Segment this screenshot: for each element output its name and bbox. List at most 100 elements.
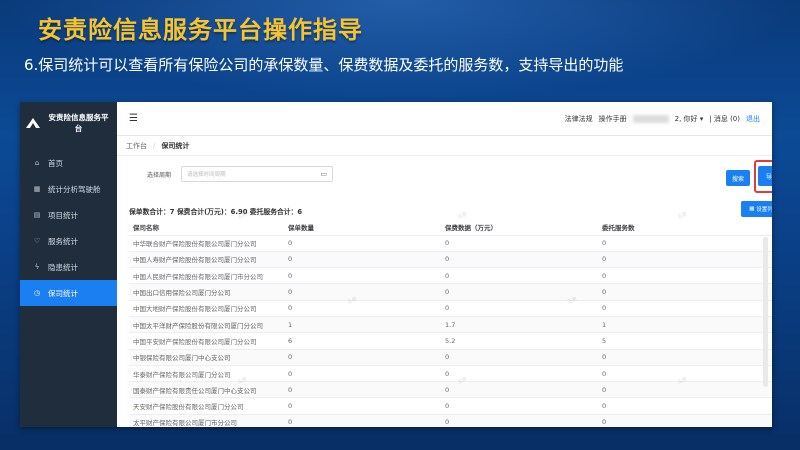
header-insurer-name[interactable]: 保司名称 [129,219,284,236]
cell-premium: 0 [441,349,598,366]
period-date-input[interactable]: 请选择时间周期 ▭ [181,166,334,182]
cell-policy-count: 0 [284,267,441,285]
period-label: 选择周期 [147,171,172,179]
cell-policy-count: 0 [284,300,441,317]
table-row[interactable]: 天安财产保险股份有限公司厦门分公司 0 0 0 [129,397,772,415]
table-row[interactable]: 国泰财产保险有限责任公司厦门中心支公司 0 0 0 [129,381,772,399]
cell-insurer-name: 中国平安财产保险股份有限公司厦门分公司 [129,332,284,350]
link-laws[interactable]: 法律法规 [565,114,593,124]
cell-service-count: 0 [598,397,772,415]
table-row[interactable]: 中银保险有限公司厦门中心支公司 0 0 0 [129,349,772,366]
brand: 安责险信息服务平台 [20,102,117,144]
cell-insurer-name: 中银保险有限公司厦门中心支公司 [129,349,284,366]
cell-policy-count: 1 [284,316,441,334]
cell-policy-count: 0 [284,235,441,252]
home-icon: ⌂ [34,159,40,167]
cell-service-count: 0 [598,235,772,252]
logo-icon [26,118,40,128]
messages-link[interactable]: | 消息 (0) [709,114,740,124]
table-row[interactable]: 中华联合财产保险股份有限公司厦门分公司 0 0 0 [129,235,772,252]
cell-insurer-name: 中国出口信用保险公司厦门分公司 [129,283,284,301]
slide-subtitle: 6.保司统计可以查看所有保险公司的承保数量、保费数据及委托的服务数，支持导出的功… [24,56,624,74]
table-row[interactable]: 中国人寿财产保险股份有限公司厦门分公司 0 0 0 [129,251,772,269]
table-row[interactable]: 中国平安财产保险股份有限公司厦门分公司 6 5.2 5 [129,332,772,350]
table-body: 中华联合财产保险股份有限公司厦门分公司 0 0 0 中国人寿财产保险股份有限公司厦门分公… [129,235,772,427]
table-row[interactable]: 太平财产保险有限公司厦门市分公司 0 0 0 [129,414,772,427]
brand-name: 安责险信息服务平台 [48,113,109,133]
topbar: ☰ 法律法规 操作手册 2, 你好 ▾ | 消息 (0) 退出 [117,102,772,136]
sidebar-item[interactable]: ▤ 项目统计 [20,202,117,228]
cell-premium: 0 [441,414,598,427]
cell-insurer-name: 国泰财产保险有限责任公司厦门中心支公司 [129,381,284,399]
table-row[interactable]: 中国出口信用保险公司厦门分公司 0 0 0 [129,283,772,301]
cell-premium: 0 [441,397,598,415]
cell-policy-count: 0 [284,251,441,269]
user-name-blurred [632,114,669,123]
sidebar-item-label: 隐患统计 [48,262,78,272]
breadcrumb-home[interactable]: 工作台 [126,141,147,151]
clock-icon: ◷ [33,289,41,297]
sidebar-item[interactable]: ⌂ 首页 [20,150,117,176]
cell-policy-count: 0 [284,349,441,366]
breadcrumb-separator: / [153,141,156,150]
cell-policy-count: 6 [284,332,441,350]
breadcrumb: 工作台 / 保司统计 [117,136,772,156]
hamburger-menu-icon[interactable]: ☰ [129,113,138,124]
cell-service-count: 0 [598,414,772,427]
sidebar-item[interactable]: ▦ 统计分析驾驶舱 [20,176,117,202]
main-content: ☰ 法律法规 操作手册 2, 你好 ▾ | 消息 (0) 退出 工作台 / 保司… [117,102,772,427]
table-row[interactable]: 中国大地财产保险股份有限公司厦门分公司 0 0 0 [129,300,772,317]
sidebar: 安责险信息服务平台 ⌂ 首页 ▦ 统计分析驾驶舱 ▤ 项目统计 ♡ 服务统计 ϟ 隐患统计 ◷ 保司统… [20,102,117,427]
sidebar-item[interactable]: ϟ 隐患统计 [20,254,117,280]
sidebar-item-label: 项目统计 [48,210,78,220]
cell-policy-count: 0 [284,414,441,427]
header-service-count[interactable]: 委托服务数 [598,219,772,236]
link-manual[interactable]: 操作手册 [599,114,627,124]
cell-insurer-name: 中国大地财产保险股份有限公司厦门分公司 [129,300,284,317]
cell-service-count: 5 [598,332,772,350]
set-columns-button[interactable]: ▦ 设置列 [741,201,772,217]
set-columns-label: 设置列 [756,207,772,213]
logout-link[interactable]: 退出 [746,114,760,124]
cell-premium: 0 [441,267,598,285]
sidebar-item[interactable]: ♡ 服务统计 [20,228,117,254]
search-button[interactable]: 搜索 [726,170,750,186]
sidebar-item-label: 服务统计 [48,236,78,246]
calendar-icon[interactable]: ▭ [320,170,327,178]
cell-service-count: 0 [598,251,772,269]
sidebar-item[interactable]: ◷ 保司统计 [20,280,117,306]
chart-icon: ▦ [33,185,41,193]
cell-policy-count: 0 [284,381,441,399]
cell-premium: 0 [441,381,598,399]
period-placeholder: 请选择时间周期 [187,172,226,178]
app-window: 安责险信息服务平台 ⌂ 首页 ▦ 统计分析驾驶舱 ▤ 项目统计 ♡ 服务统计 ϟ 隐患统计 ◷ 保司统… [20,102,772,427]
cell-policy-count: 0 [284,365,441,383]
cell-service-count: 0 [598,381,772,399]
export-highlight-box [754,160,772,193]
user-greeting[interactable]: 2, 你好 ▾ [675,114,704,124]
bolt-icon: ϟ [34,263,40,271]
stats-table-wrap: 保司名称 保单数量 保费数据（万元） 委托服务数 中华联合财产保险股份有限公司厦… [129,219,772,427]
sidebar-item-label: 首页 [48,158,63,168]
cell-insurer-name: 天安财产保险股份有限公司厦门分公司 [129,397,284,415]
header-premium[interactable]: 保费数据（万元） [441,219,598,236]
cell-service-count: 0 [598,283,772,301]
cell-insurer-name: 太平财产保险有限公司厦门市分公司 [129,414,284,427]
breadcrumb-current: 保司统计 [161,141,190,150]
cell-insurer-name: 中华联合财产保险股份有限公司厦门分公司 [129,235,284,252]
cell-insurer-name: 中国人民财产保险股份有限公司厦门市分公司 [129,267,284,285]
cell-premium: 0 [441,251,598,269]
cell-service-count: 1 [598,316,772,334]
insurer-stats-table: 保司名称 保单数量 保费数据（万元） 委托服务数 中华联合财产保险股份有限公司厦… [129,219,772,427]
cell-policy-count: 0 [284,283,441,301]
header-policy-count[interactable]: 保单数量 [284,219,441,236]
table-header-row: 保司名称 保单数量 保费数据（万元） 委托服务数 [129,219,772,236]
cell-policy-count: 0 [284,397,441,415]
table-row[interactable]: 中国人民财产保险股份有限公司厦门市分公司 0 0 0 [129,267,772,285]
cell-premium: 1.7 [441,316,598,334]
table-scrollbar[interactable] [763,237,768,387]
sidebar-nav: ⌂ 首页 ▦ 统计分析驾驶舱 ▤ 项目统计 ♡ 服务统计 ϟ 隐患统计 ◷ 保司统计 [20,150,117,306]
table-row[interactable]: 中国太平洋财产保险股份有限公司厦门分公司 1 1.7 1 [129,316,772,334]
cell-premium: 5.2 [441,332,598,350]
sidebar-item-label: 保司统计 [48,288,78,298]
